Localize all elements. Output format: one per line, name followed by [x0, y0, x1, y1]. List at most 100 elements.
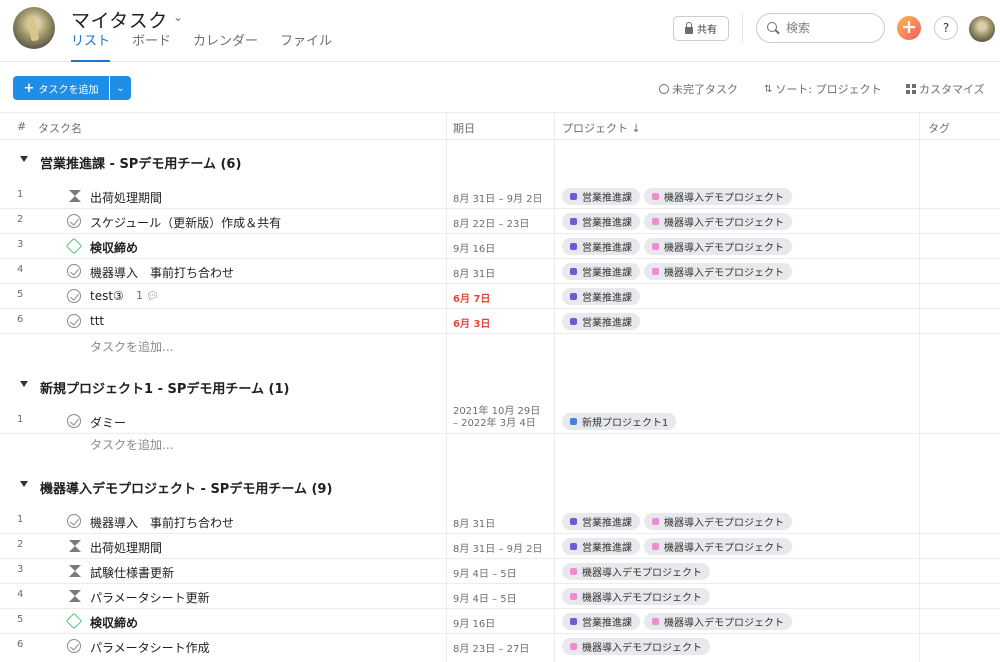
section-header[interactable]: 営業推進課 - SPデモ用チーム (6) [0, 149, 1000, 175]
due-date[interactable]: 8月 23日 – 27日 [453, 640, 529, 655]
project-pill[interactable]: 営業推進課 [562, 538, 640, 555]
caret-down-icon[interactable] [20, 481, 28, 487]
milestone-icon[interactable] [65, 612, 83, 630]
due-date[interactable]: 2021年 10月 29日 – 2022年 3月 4日 [453, 406, 540, 430]
check-circle-icon[interactable] [67, 414, 81, 428]
task-name[interactable]: 検収締め [90, 614, 138, 631]
caret-down-icon[interactable] [20, 156, 28, 162]
project-pill[interactable]: 機器導入デモプロジェクト [644, 238, 792, 255]
task-row[interactable]: 2 出荷処理期間 8月 31日 – 9月 2日 営業推進課 機器導入デモプロジェクト [0, 534, 1000, 559]
project-pill[interactable]: 営業推進課 [562, 288, 640, 305]
hourglass-icon[interactable] [69, 189, 81, 203]
due-date[interactable]: 9月 4日 – 5日 [453, 590, 517, 605]
due-date[interactable]: 8月 31日 [453, 265, 495, 280]
add-task-button[interactable]: + タスクを追加 [13, 76, 109, 100]
due-date[interactable]: 9月 16日 [453, 615, 495, 630]
project-pill[interactable]: 機器導入デモプロジェクト [562, 588, 710, 605]
task-name[interactable]: 出荷処理期間 [90, 189, 162, 206]
hourglass-icon[interactable] [69, 589, 81, 603]
quick-add-button[interactable]: + [897, 16, 921, 40]
task-name[interactable]: 機器導入 事前打ち合わせ [90, 514, 234, 531]
due-date[interactable]: 9月 4日 – 5日 [453, 565, 517, 580]
task-row[interactable]: 3 検収締め 9月 16日 営業推進課 機器導入デモプロジェクト [0, 234, 1000, 259]
project-pill[interactable]: 機器導入デモプロジェクト [644, 263, 792, 280]
task-row[interactable]: 1 ダミー 2021年 10月 29日 – 2022年 3月 4日 新規プロジェクト1 [0, 406, 1000, 434]
check-circle-icon[interactable] [67, 264, 81, 278]
task-row[interactable]: 4 機器導入 事前打ち合わせ 8月 31日 営業推進課 機器導入デモプロジェクト [0, 259, 1000, 284]
project-pill[interactable]: 営業推進課 [562, 188, 640, 205]
project-pill[interactable]: 営業推進課 [562, 263, 640, 280]
tab-files[interactable]: ファイル [280, 33, 332, 62]
task-row[interactable]: 2 スケジュール（更新版）作成＆共有 8月 22日 – 23日 営業推進課 機器導入デモ… [0, 209, 1000, 234]
project-pill[interactable]: 機器導入デモプロジェクト [644, 513, 792, 530]
task-name[interactable]: 出荷処理期間 [90, 539, 162, 556]
task-row[interactable]: 1 出荷処理期間 8月 31日 – 9月 2日 営業推進課 機器導入デモプロジェクト [0, 184, 1000, 209]
section-header[interactable]: 機器導入デモプロジェクト - SPデモ用チーム (9) [0, 474, 1000, 500]
check-circle-icon[interactable] [67, 639, 81, 653]
caret-down-icon[interactable] [20, 381, 28, 387]
column-header-project[interactable]: プロジェクト ↓ [562, 120, 641, 136]
add-task-inline[interactable]: タスクを追加... [90, 338, 173, 355]
tab-list[interactable]: リスト [71, 33, 111, 62]
column-header-tag[interactable]: タグ [928, 120, 950, 136]
project-pill[interactable]: 機器導入デモプロジェクト [644, 188, 792, 205]
share-button[interactable]: 共有 [673, 16, 729, 41]
add-task-inline[interactable]: タスクを追加... [90, 436, 173, 453]
project-pill[interactable]: 機器導入デモプロジェクト [562, 563, 710, 580]
due-date[interactable]: 8月 31日 [453, 515, 495, 530]
hourglass-icon[interactable] [69, 564, 81, 578]
comment-count[interactable]: 1 💬︎ [136, 289, 159, 302]
task-row[interactable]: 6 ttt 6月 3日 営業推進課 [0, 309, 1000, 334]
add-task-dropdown[interactable]: ⌄ [110, 76, 131, 100]
project-pill[interactable]: 機器導入デモプロジェクト [562, 638, 710, 655]
task-name[interactable]: ダミー [90, 414, 126, 431]
sort-button[interactable]: ⇅ ソート: プロジェクト [764, 81, 882, 97]
section-header[interactable]: 新規プロジェクト1 - SPデモ用チーム (1) [0, 374, 1000, 400]
due-date[interactable]: 9月 16日 [453, 240, 495, 255]
milestone-icon[interactable] [65, 237, 83, 255]
task-row[interactable]: 3 試験仕様書更新 9月 4日 – 5日 機器導入デモプロジェクト [0, 559, 1000, 584]
task-row[interactable]: 6 パラメータシート作成 8月 23日 – 27日 機器導入デモプロジェクト [0, 634, 1000, 659]
due-date[interactable]: 8月 31日 – 9月 2日 [453, 190, 543, 205]
task-row[interactable]: 1 機器導入 事前打ち合わせ 8月 31日 営業推進課 機器導入デモプロジェクト [0, 509, 1000, 534]
task-name[interactable]: スケジュール（更新版）作成＆共有 [90, 214, 281, 231]
project-pill[interactable]: 営業推進課 [562, 513, 640, 530]
tab-calendar[interactable]: カレンダー [193, 33, 258, 62]
check-circle-icon[interactable] [67, 514, 81, 528]
task-name[interactable]: パラメータシート作成 [90, 639, 210, 656]
task-name[interactable]: ttt [90, 314, 104, 328]
project-pill[interactable]: 機器導入デモプロジェクト [644, 613, 792, 630]
due-date[interactable]: 6月 7日 [453, 290, 490, 305]
task-name[interactable]: パラメータシート更新 [90, 589, 210, 606]
project-pill[interactable]: 営業推進課 [562, 313, 640, 330]
hourglass-icon[interactable] [69, 539, 81, 553]
search-input[interactable] [786, 21, 876, 35]
check-circle-icon[interactable] [67, 214, 81, 228]
search-box[interactable] [756, 13, 885, 43]
project-pill[interactable]: 営業推進課 [562, 238, 640, 255]
chevron-down-icon[interactable]: ⌄ [173, 10, 183, 24]
project-pill[interactable]: 機器導入デモプロジェクト [644, 538, 792, 555]
project-pill[interactable]: 新規プロジェクト1 [562, 413, 677, 430]
customize-button[interactable]: カスタマイズ [906, 81, 985, 97]
user-avatar[interactable] [969, 16, 995, 42]
column-header-task[interactable]: タスク名 [38, 120, 82, 136]
tab-board[interactable]: ボード [132, 33, 171, 62]
task-name[interactable]: 検収締め [90, 239, 138, 256]
due-date[interactable]: 8月 31日 – 9月 2日 [453, 540, 543, 555]
task-row[interactable]: 5 検収締め 9月 16日 営業推進課 機器導入デモプロジェクト [0, 609, 1000, 634]
task-row[interactable]: 4 パラメータシート更新 9月 4日 – 5日 機器導入デモプロジェクト [0, 584, 1000, 609]
task-name[interactable]: 機器導入 事前打ち合わせ [90, 264, 234, 281]
check-circle-icon[interactable] [67, 289, 81, 303]
column-header-due[interactable]: 期日 [453, 120, 475, 136]
task-name[interactable]: 試験仕様書更新 [90, 564, 174, 581]
project-pill[interactable]: 機器導入デモプロジェクト [644, 213, 792, 230]
check-circle-icon[interactable] [67, 314, 81, 328]
help-button[interactable]: ? [934, 16, 958, 40]
filter-button[interactable]: 未完了タスク [659, 81, 738, 97]
project-pill[interactable]: 営業推進課 [562, 213, 640, 230]
task-name[interactable]: test③ [90, 289, 124, 303]
due-date[interactable]: 6月 3日 [453, 315, 490, 330]
task-row[interactable]: 5 test③ 1 💬︎ 6月 7日 営業推進課 [0, 284, 1000, 309]
project-pill[interactable]: 営業推進課 [562, 613, 640, 630]
